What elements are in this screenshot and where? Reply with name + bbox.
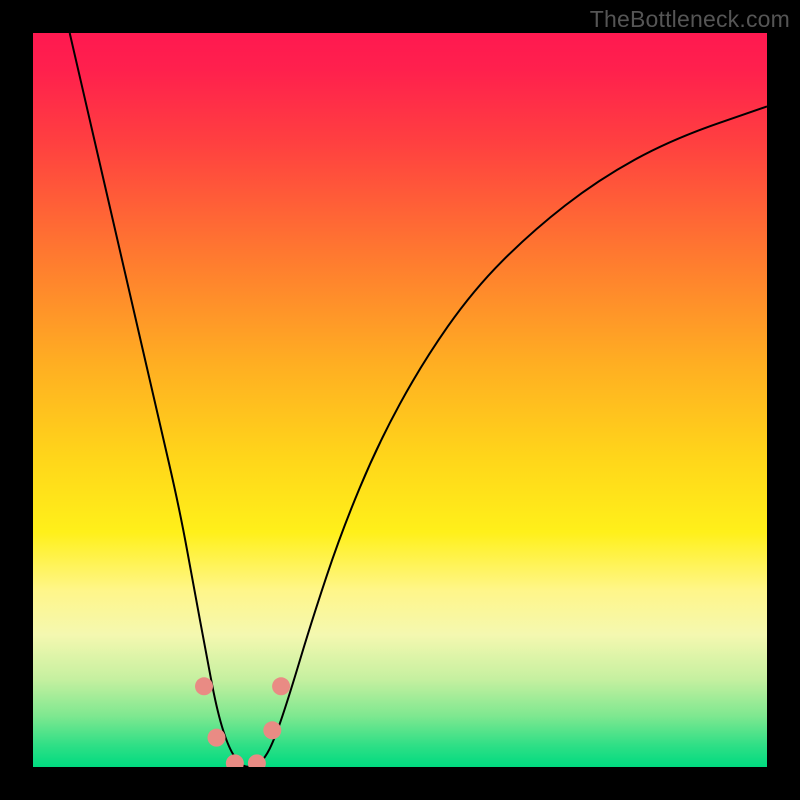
chart-frame: TheBottleneck.com — [0, 0, 800, 800]
gradient-background — [33, 33, 767, 767]
watermark-text: TheBottleneck.com — [590, 6, 790, 33]
chart-svg — [33, 33, 767, 767]
plot-area — [33, 33, 767, 767]
marker-dot — [208, 729, 226, 747]
marker-dot — [272, 677, 290, 695]
marker-dot — [195, 677, 213, 695]
marker-dot — [263, 721, 281, 739]
